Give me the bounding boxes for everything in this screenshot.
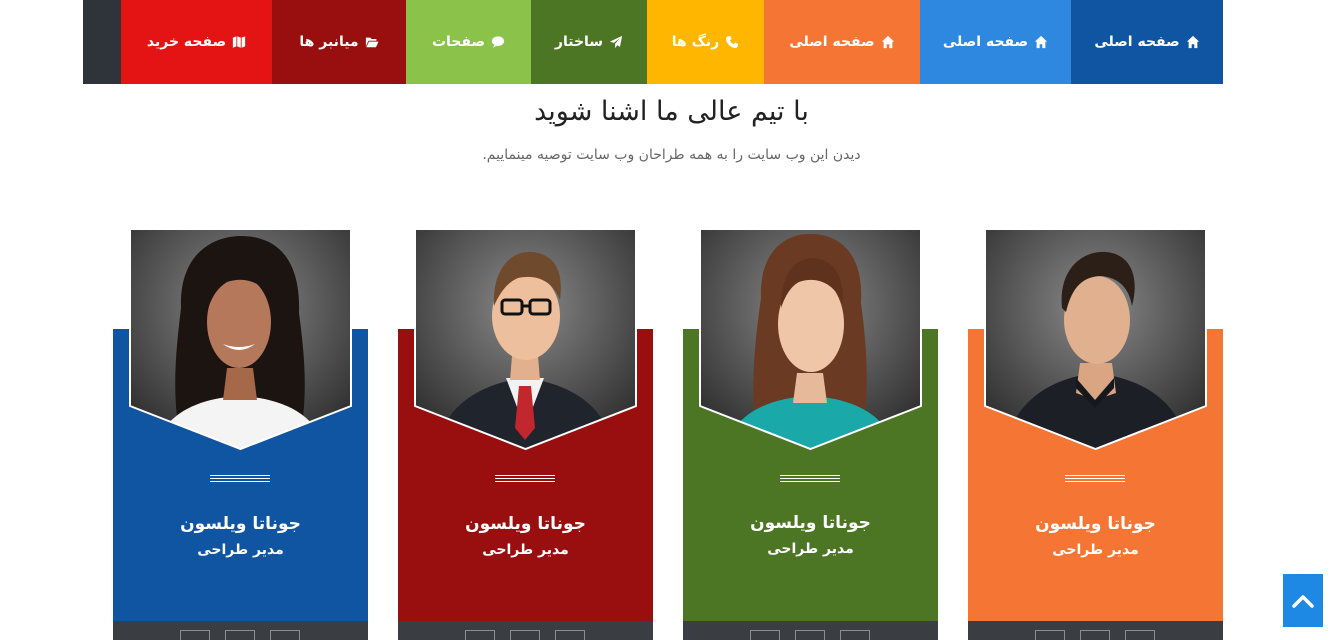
decorative-divider <box>495 475 555 484</box>
team-member-role: مدیر طراحی <box>197 542 284 558</box>
team-card: جوناتا ویلسون مدیر طراحی <box>113 228 368 640</box>
nav-item-purchase[interactable]: صفحه خرید <box>121 0 272 84</box>
team-member-photo <box>129 228 352 450</box>
social-link-icon[interactable] <box>1035 630 1065 640</box>
chevron-up-icon <box>1292 594 1314 608</box>
social-link-icon[interactable] <box>1080 630 1110 640</box>
decorative-divider <box>210 475 270 484</box>
social-link-icon[interactable] <box>225 630 255 640</box>
decorative-divider <box>780 475 840 484</box>
social-link-icon[interactable] <box>1125 630 1155 640</box>
team-member-role: مدیر طراحی <box>1052 542 1139 558</box>
nav-item-structure[interactable]: ساختار <box>531 0 647 84</box>
folder-open-icon <box>365 35 379 49</box>
paper-plane-icon <box>609 35 623 49</box>
social-link-icon[interactable] <box>750 630 780 640</box>
nav-item-colors[interactable]: رنگ ها <box>647 0 764 84</box>
social-link-icon[interactable] <box>510 630 540 640</box>
nav-item-home-3[interactable]: صفحه اصلی <box>764 0 920 84</box>
team-card: جوناتا ویلسون مدیر طراحی <box>398 228 653 640</box>
nav-item-pages[interactable]: صفحات <box>406 0 531 84</box>
team-card: جوناتا ویلسون مدیر طراحی <box>968 228 1223 640</box>
nav-item-shortcuts[interactable]: میانبر ها <box>272 0 406 84</box>
home-icon <box>1186 35 1200 49</box>
main-navbar: صفحه اصلی صفحه اصلی صفحه اصلی رنگ ها ساخ… <box>83 0 1223 84</box>
social-link-icon[interactable] <box>270 630 300 640</box>
social-link-icon[interactable] <box>555 630 585 640</box>
team-card-social-bar <box>398 621 653 640</box>
home-icon <box>881 35 895 49</box>
team-card: جوناتا ویلسون مدیر طراحی <box>683 228 938 640</box>
back-to-top-button[interactable] <box>1283 574 1323 627</box>
home-icon <box>1034 35 1048 49</box>
nav-item-label: رنگ ها <box>671 34 720 50</box>
team-member-role: مدیر طراحی <box>482 542 569 558</box>
social-link-icon[interactable] <box>840 630 870 640</box>
team-card-social-bar <box>683 621 938 640</box>
social-link-icon[interactable] <box>795 630 825 640</box>
nav-item-label: ساختار <box>554 34 604 50</box>
nav-item-label: صفحه اصلی <box>942 34 1029 50</box>
team-card-social-bar <box>113 621 368 640</box>
nav-item-label: صفحات <box>431 34 486 50</box>
nav-item-label: میانبر ها <box>299 34 359 50</box>
team-card-social-bar <box>968 621 1223 640</box>
nav-item-label: صفحه خرید <box>146 34 227 50</box>
nav-item-home-2[interactable]: صفحه اصلی <box>920 0 1071 84</box>
team-member-photo <box>699 228 922 450</box>
section-title: با تیم عالی ما اشنا شوید <box>534 96 809 127</box>
team-member-name: جوناتا ویلسون <box>1035 514 1156 534</box>
decorative-divider <box>1065 475 1125 484</box>
phone-icon <box>725 35 739 49</box>
map-icon <box>232 35 246 49</box>
nav-item-home-1[interactable]: صفحه اصلی <box>1071 0 1223 84</box>
team-member-name: جوناتا ویلسون <box>750 513 871 533</box>
comment-icon <box>491 35 505 49</box>
nav-item-label: صفحه اصلی <box>789 34 875 50</box>
section-subtitle: دیدن این وب سایت را به همه طراحان وب سای… <box>482 147 861 163</box>
social-link-icon[interactable] <box>180 630 210 640</box>
team-member-role: مدیر طراحی <box>767 541 854 557</box>
team-member-photo <box>414 228 637 450</box>
social-link-icon[interactable] <box>465 630 495 640</box>
team-member-name: جوناتا ویلسون <box>465 514 586 534</box>
team-member-name: جوناتا ویلسون <box>180 514 301 534</box>
nav-item-label: صفحه اصلی <box>1094 34 1180 50</box>
team-member-photo <box>984 228 1207 450</box>
